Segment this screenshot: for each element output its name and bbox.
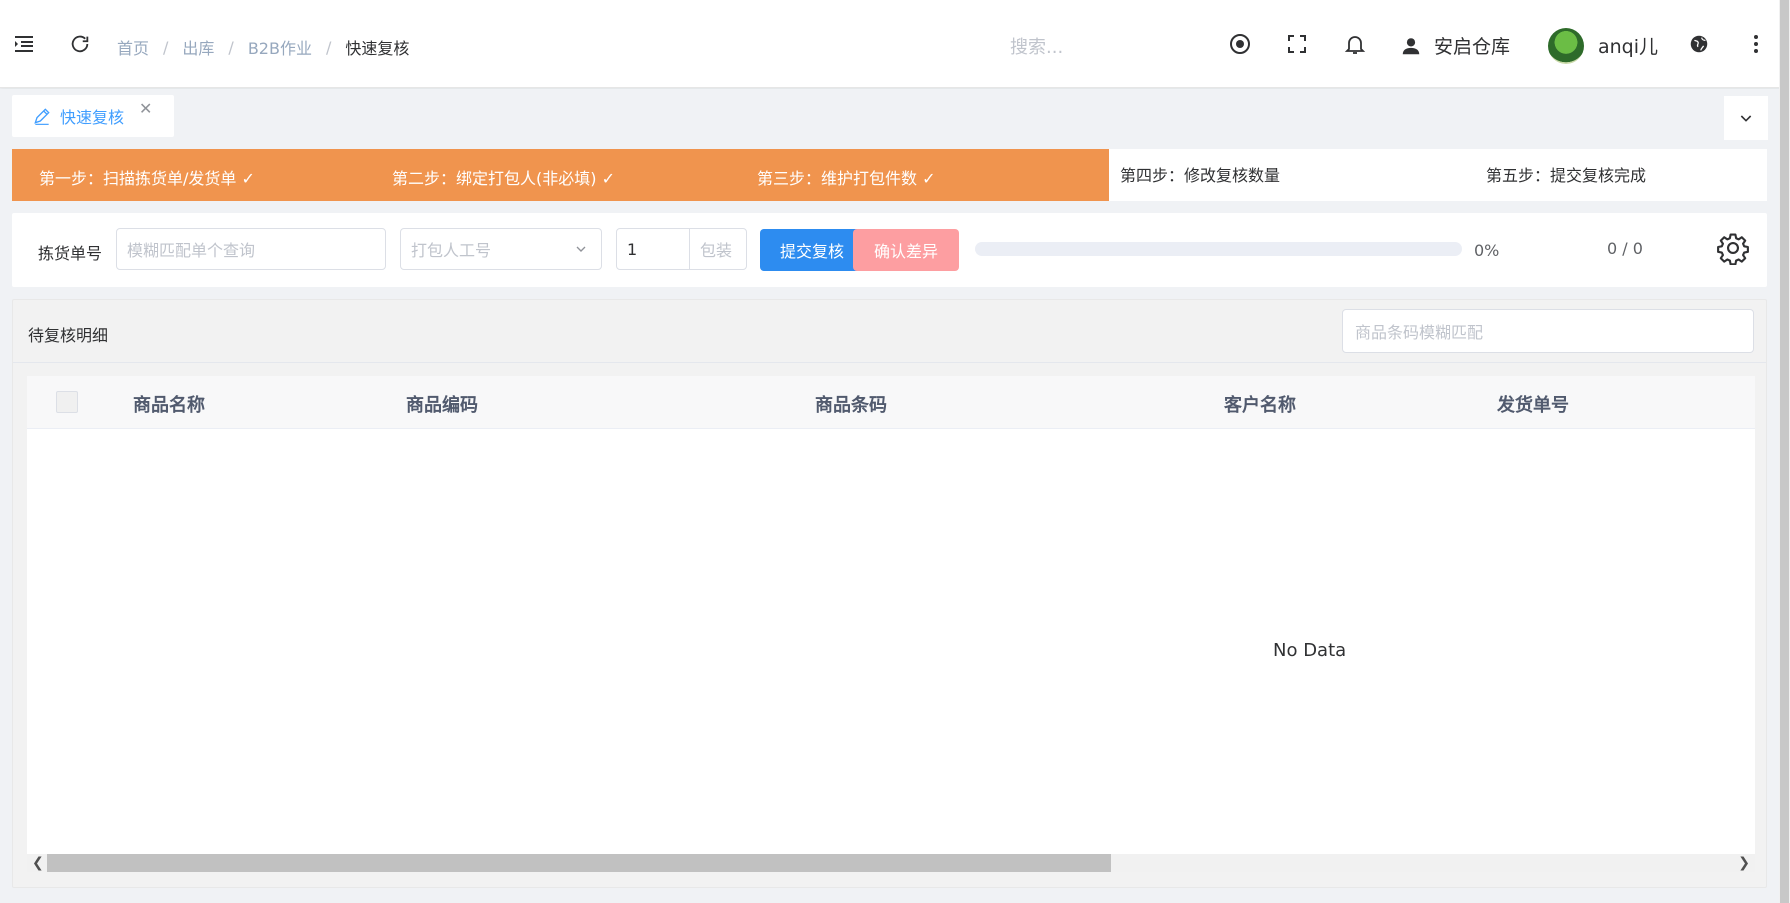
tab-quick-review[interactable]: 快速复核 ✕: [12, 95, 174, 137]
select-all-checkbox[interactable]: [56, 391, 78, 413]
more-vertical-icon[interactable]: [1744, 32, 1768, 56]
package-count-input[interactable]: 1: [616, 228, 690, 270]
username[interactable]: anqi儿: [1598, 32, 1658, 59]
breadcrumb: 首页 / 出库 / B2B作业 / 快速复核: [117, 35, 409, 59]
hamburger-menu-icon[interactable]: [12, 32, 36, 56]
vertical-scrollbar[interactable]: [1779, 0, 1790, 903]
warehouse-name: 安启仓库: [1434, 36, 1511, 58]
pending-review-panel: 待复核明细 商品条码模糊匹配 商品名称 商品编码 商品条码 客户名称 发货单号 …: [12, 299, 1767, 888]
review-count: 0 / 0: [1607, 239, 1643, 258]
scrollbar-thumb[interactable]: [47, 854, 1111, 872]
column-header[interactable]: 商品条码: [815, 391, 887, 417]
scroll-right-icon[interactable]: ❯: [1738, 855, 1750, 871]
refresh-icon[interactable]: [68, 32, 92, 56]
avatar[interactable]: [1548, 28, 1584, 64]
close-icon[interactable]: ✕: [139, 99, 152, 118]
scrollbar-thumb[interactable]: [1780, 0, 1789, 903]
chevron-down-icon: [576, 246, 586, 252]
breadcrumb-home[interactable]: 首页: [117, 35, 149, 59]
packer-select[interactable]: 打包人工号: [400, 228, 602, 270]
tags-dropdown[interactable]: [1724, 96, 1768, 140]
package-type-input[interactable]: 包装: [689, 228, 747, 270]
column-header[interactable]: 商品名称: [133, 391, 205, 417]
fullscreen-icon[interactable]: [1285, 32, 1309, 56]
step-4: 第四步：修改复核数量: [1120, 166, 1281, 185]
tab-label: 快速复核: [60, 108, 125, 127]
column-header[interactable]: 商品编码: [406, 391, 478, 417]
breadcrumb-b2b[interactable]: B2B作业: [248, 35, 312, 59]
panel-title: 待复核明细: [28, 326, 109, 345]
bell-icon[interactable]: [1343, 32, 1367, 56]
review-progress-bar: [975, 242, 1462, 256]
pick-number-input[interactable]: 模糊匹配单个查询: [116, 228, 386, 270]
horizontal-scrollbar[interactable]: ❮ ❯: [27, 854, 1755, 872]
header-search-input[interactable]: 搜索...: [1010, 33, 1063, 59]
column-header[interactable]: 发货单号: [1497, 391, 1569, 417]
chevron-down-icon: [1740, 115, 1752, 122]
user-icon: [1402, 37, 1420, 54]
step-5: 第五步：提交复核完成: [1486, 166, 1647, 185]
globe-icon[interactable]: [1687, 32, 1711, 56]
review-detail-table: 商品名称 商品编码 商品条码 客户名称 发货单号 No Data ❮ ❯: [27, 376, 1755, 872]
empty-state-text: No Data: [1273, 640, 1347, 661]
breadcrumb-outbound[interactable]: 出库: [182, 35, 214, 59]
table-header: 商品名称 商品编码 商品条码 客户名称 发货单号: [27, 376, 1755, 429]
confirm-difference-button[interactable]: 确认差异: [853, 229, 959, 271]
breadcrumb-current: 快速复核: [345, 39, 410, 58]
scroll-left-icon[interactable]: ❮: [32, 855, 44, 871]
record-icon[interactable]: [1228, 32, 1252, 56]
review-steps: 第一步：扫描拣货单/发货单 ✓ 第二步：绑定打包人(非必填) ✓ 第三步：维护打…: [12, 149, 1767, 201]
column-header[interactable]: 客户名称: [1224, 391, 1296, 417]
tags-view: 快速复核 ✕: [0, 89, 1790, 149]
step-1: 第一步：扫描拣货单/发货单 ✓: [39, 169, 255, 188]
barcode-search-input[interactable]: 商品条码模糊匹配: [1342, 309, 1754, 353]
step-3: 第三步：维护打包件数 ✓: [757, 169, 936, 188]
progress-percent: 0%: [1474, 241, 1500, 260]
step-2: 第二步：绑定打包人(非必填) ✓: [392, 169, 615, 188]
top-navbar: 首页 / 出库 / B2B作业 / 快速复核 搜索... 安启仓库 anqi儿: [0, 0, 1790, 88]
pick-number-label: 拣货单号: [38, 244, 103, 263]
warehouse-selector[interactable]: 安启仓库: [1400, 32, 1510, 59]
review-toolbar: 拣货单号 模糊匹配单个查询 打包人工号 1 包装 提交复核 确认差异 0% 0 …: [12, 213, 1767, 287]
pen-icon: [34, 108, 50, 125]
gear-icon[interactable]: [1716, 231, 1750, 266]
